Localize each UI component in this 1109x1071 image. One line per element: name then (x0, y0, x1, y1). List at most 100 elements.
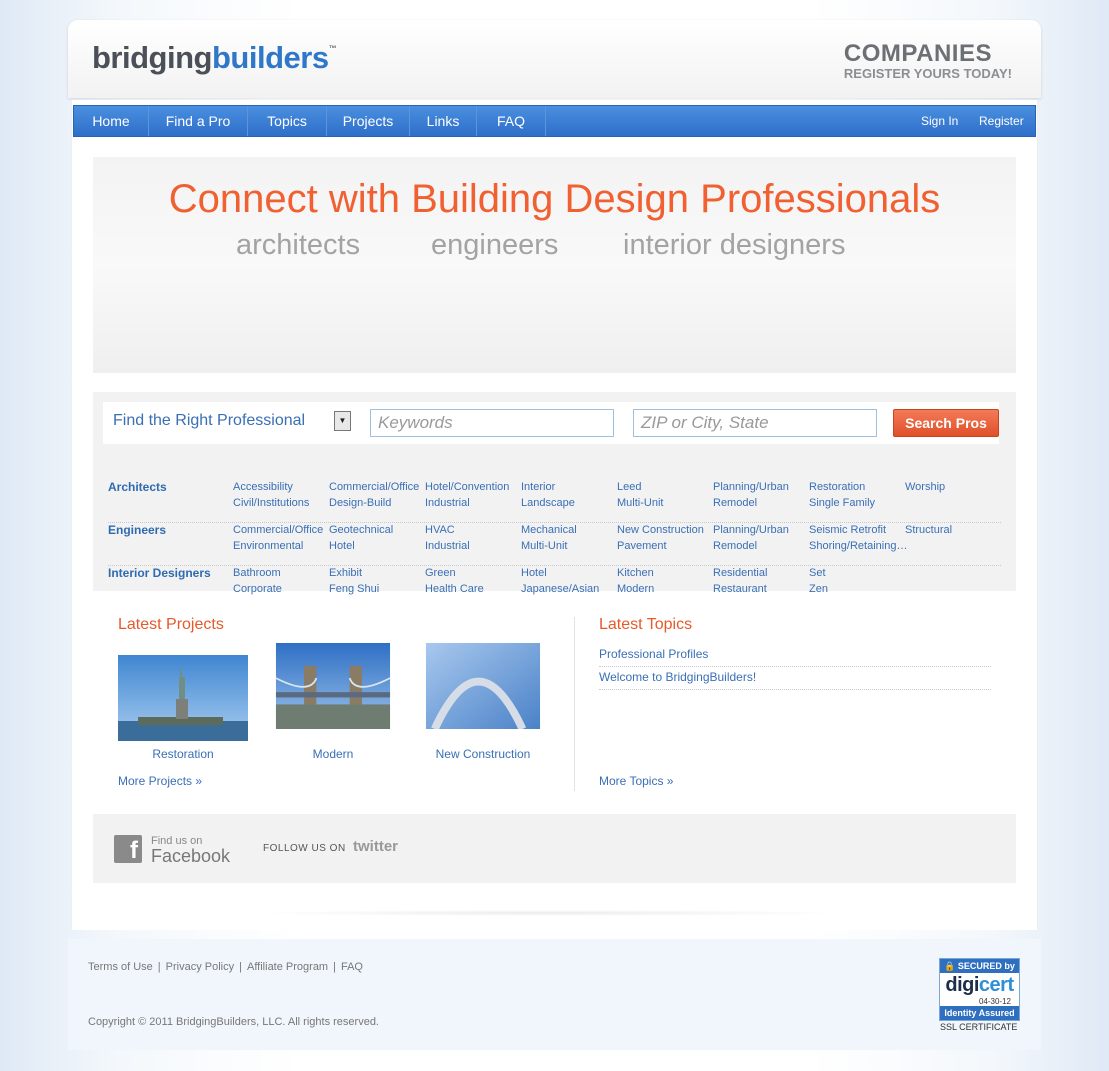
category-link[interactable]: Design-Build (329, 497, 391, 509)
category-link[interactable]: Pavement (617, 540, 667, 552)
category-link[interactable]: Worship (905, 481, 945, 493)
footer-link-affiliate[interactable]: Affiliate Program (247, 961, 328, 973)
site-logo[interactable]: bridgingbuilders™ (92, 40, 337, 76)
category-link[interactable]: Corporate (233, 583, 282, 595)
category-link[interactable]: Modern (617, 583, 654, 595)
digicert-badge[interactable]: 🔒 SECURED by digicert 04-30-12 Identity … (939, 958, 1020, 1021)
topic-link[interactable]: Professional Profiles (599, 644, 991, 667)
footer-separator: | (333, 961, 336, 973)
more-projects-link[interactable]: More Projects » (118, 774, 202, 788)
nav-topics[interactable]: Topics (248, 106, 327, 136)
category-link[interactable]: Seismic Retrofit (809, 524, 886, 536)
search-pros-button[interactable]: Search Pros (893, 409, 999, 437)
category-link[interactable]: Interior (521, 481, 555, 493)
nav-find-a-pro[interactable]: Find a Pro (149, 106, 248, 136)
project-thumbnail-new-construction[interactable] (418, 643, 548, 729)
location-input[interactable]: ZIP or City, State (633, 409, 877, 437)
category-link[interactable]: Commercial/Office (233, 524, 323, 536)
category-title[interactable]: Engineers (108, 523, 166, 537)
category-link[interactable]: Set (809, 567, 826, 579)
category-link[interactable]: HVAC (425, 524, 455, 536)
hero-subtitle-engineers: engineers (431, 229, 559, 261)
social-bar: f Find us on Facebook FOLLOW US ON twitt… (93, 814, 1016, 883)
find-professional-panel: Find the Right Professional ▼ Keywords Z… (93, 392, 1016, 595)
category-link[interactable]: Shoring/Retaining… (809, 540, 907, 552)
divider-shadow (248, 910, 848, 916)
digicert-logo: digicert (940, 973, 1019, 997)
category-link[interactable]: Single Family (809, 497, 875, 509)
category-link[interactable]: Hotel (329, 540, 355, 552)
category-link[interactable]: Restaurant (713, 583, 767, 595)
more-topics-link[interactable]: More Topics » (599, 774, 673, 788)
digicert-secured-label: 🔒 SECURED by (940, 959, 1019, 973)
category-link[interactable]: New Construction (617, 524, 704, 536)
category-link[interactable]: Restoration (809, 481, 865, 493)
companies-subtitle: REGISTER YOURS TODAY! (843, 66, 1012, 81)
category-link[interactable]: Health Care (425, 583, 484, 595)
project-label-modern[interactable]: Modern (268, 747, 398, 761)
category-link[interactable]: Zen (809, 583, 828, 595)
topic-link[interactable]: Welcome to BridgingBuilders! (599, 667, 991, 690)
category-link[interactable]: Japanese/Asian (521, 583, 599, 595)
project-label-restoration[interactable]: Restoration (118, 747, 248, 761)
chevron-down-icon[interactable]: ▼ (334, 411, 351, 431)
site-footer: Terms of Use | Privacy Policy | Affiliate Pr… (68, 939, 1041, 1050)
sign-in-link[interactable]: Sign In (921, 106, 958, 136)
keywords-input[interactable]: Keywords (370, 409, 614, 437)
category-link[interactable]: Structural (905, 524, 952, 536)
category-title[interactable]: Interior Designers (108, 566, 211, 580)
category-link[interactable]: Civil/Institutions (233, 497, 309, 509)
footer-separator: | (239, 961, 242, 973)
follow-us-label[interactable]: FOLLOW US ON (263, 843, 346, 854)
category-link[interactable]: Landscape (521, 497, 575, 509)
professional-type-select-label[interactable]: Find the Right Professional (113, 412, 305, 430)
category-link[interactable]: Geotechnical (329, 524, 393, 536)
category-title[interactable]: Architects (108, 480, 167, 494)
nav-projects[interactable]: Projects (327, 106, 410, 136)
ssl-certificate-label: SSL CERTIFICATE (940, 1022, 1018, 1032)
category-link[interactable]: Exhibit (329, 567, 362, 579)
category-link[interactable]: Commercial/Office (329, 481, 419, 493)
category-link[interactable]: Planning/Urban (713, 481, 789, 493)
copyright-text: Copyright © 2011 BridgingBuilders, LLC. … (88, 1016, 379, 1028)
hero-subtitle-interior-designers: interior designers (623, 229, 846, 261)
latest-projects-title: Latest Projects (118, 616, 224, 633)
category-link[interactable]: Leed (617, 481, 641, 493)
footer-link-faq[interactable]: FAQ (341, 961, 363, 973)
category-link[interactable]: Accessibility (233, 481, 293, 493)
category-link[interactable]: Feng Shui (329, 583, 379, 595)
category-link[interactable]: Industrial (425, 497, 470, 509)
category-link[interactable]: Green (425, 567, 456, 579)
category-link[interactable]: Bathroom (233, 567, 281, 579)
category-link[interactable]: Remodel (713, 497, 757, 509)
logo-trademark: ™ (328, 44, 337, 53)
category-link[interactable]: Hotel/Convention (425, 481, 509, 493)
nav-home[interactable]: Home (74, 106, 149, 136)
footer-link-terms[interactable]: Terms of Use (88, 961, 153, 973)
category-link[interactable]: Multi-Unit (617, 497, 663, 509)
footer-link-privacy[interactable]: Privacy Policy (166, 961, 234, 973)
category-link[interactable]: Remodel (713, 540, 757, 552)
category-link[interactable]: Kitchen (617, 567, 654, 579)
nav-faq[interactable]: FAQ (477, 106, 546, 136)
register-link[interactable]: Register (979, 106, 1024, 136)
nav-links[interactable]: Links (410, 106, 477, 136)
category-link[interactable]: Industrial (425, 540, 470, 552)
category-link[interactable]: Planning/Urban (713, 524, 789, 536)
twitter-logo[interactable]: twitter (353, 838, 398, 855)
category-link[interactable]: Multi-Unit (521, 540, 567, 552)
companies-register-banner[interactable]: COMPANIES REGISTER YOURS TODAY! (844, 42, 1012, 82)
category-link[interactable]: Hotel (521, 567, 547, 579)
facebook-label[interactable]: Facebook (151, 846, 230, 867)
project-label-new-construction[interactable]: New Construction (418, 747, 548, 761)
column-divider (574, 617, 575, 791)
project-thumbnail-modern[interactable] (268, 643, 398, 729)
project-thumbnail-restoration[interactable] (118, 655, 248, 741)
digicert-identity-label: Identity Assured (940, 1006, 1019, 1020)
category-link[interactable]: Residential (713, 567, 767, 579)
footer-separator: | (157, 961, 161, 973)
category-link[interactable]: Mechanical (521, 524, 577, 536)
facebook-icon[interactable]: f (114, 835, 142, 864)
category-row-architects: Architects Accessibility Civil/Instituti… (108, 480, 1001, 523)
category-link[interactable]: Environmental (233, 540, 303, 552)
